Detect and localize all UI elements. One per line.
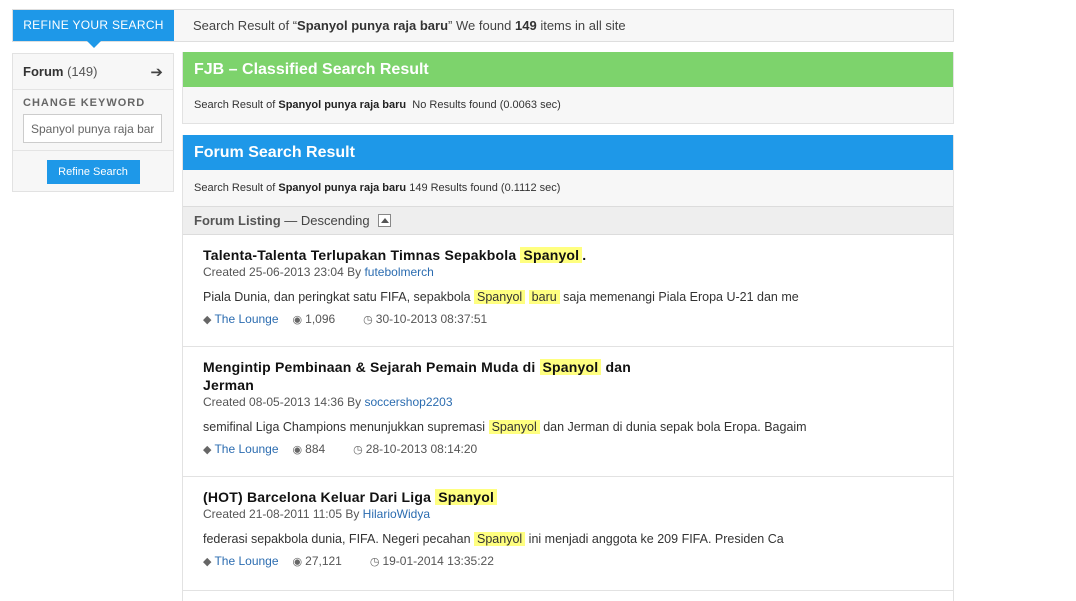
refine-search-button[interactable]: Refine Search: [46, 160, 140, 184]
sidebar-item-forum[interactable]: Forum (149) ➔: [13, 54, 173, 90]
fjb-result-panel: FJB – Classified Search Result Search Re…: [182, 52, 954, 124]
tag-icon: ◆: [203, 556, 212, 568]
fjb-summary-prefix: Search Result of: [194, 99, 279, 111]
last-post: ◷ 28-10-2013 08:14:20: [353, 442, 491, 456]
refine-sidebar: Forum (149) ➔ CHANGE KEYWORD Refine Sear…: [12, 53, 174, 192]
snippet-text: Piala Dunia, dan peringkat satu FIFA, se…: [203, 290, 474, 304]
sort-up-icon[interactable]: [377, 214, 391, 227]
thread-title-link[interactable]: (HOT) Barcelona Keluar Dari Liga Spanyol: [203, 488, 653, 506]
thread-title-link[interactable]: Mengintip Pembinaan & Sejarah Pemain Mud…: [203, 358, 653, 394]
category-link[interactable]: The Lounge: [214, 312, 278, 326]
thread-meta: Created 21-08-2011 11:05 By HilarioWidya: [203, 507, 933, 521]
forum-panel-title: Forum Search Result: [183, 135, 953, 170]
view-count: 27,121: [305, 554, 342, 568]
author-link[interactable]: HilarioWidya: [363, 507, 430, 521]
eye-icon: ◉: [292, 314, 303, 326]
refine-your-search-tab[interactable]: REFINE YOUR SEARCH: [13, 10, 174, 48]
fjb-panel-title: FJB – Classified Search Result: [183, 52, 953, 87]
thread-title-text: Mengintip Pembinaan & Sejarah Pemain Mud…: [203, 359, 540, 375]
highlight-term: baru: [528, 290, 560, 304]
snippet-text: semifinal Liga Champions menunjukkan sup…: [203, 420, 489, 434]
last-post-time: 30-10-2013 08:37:51: [375, 312, 488, 326]
summary-mid: ” We found: [448, 18, 516, 33]
highlight-term: Spanyol: [474, 290, 526, 304]
summary-query: Spanyol punya raja baru: [297, 18, 449, 33]
thread-footer: ◆ The Lounge ◉ 1,096 ◷ 30-10-2013 08:37:51: [203, 312, 933, 326]
last-post: ◷ 30-10-2013 08:37:51: [363, 312, 501, 326]
forum-result-summary: Search Result of Spanyol punya raja baru…: [183, 170, 953, 206]
change-keyword-label: CHANGE KEYWORD: [23, 97, 146, 109]
tag-icon: ◆: [203, 444, 212, 456]
thread-meta: Created 25-06-2013 23:04 By futebolmerch: [203, 265, 933, 279]
highlight-term: Spanyol: [539, 359, 602, 375]
thread-title-text: Talenta-Talenta Terlupakan Timnas Sepakb…: [203, 247, 521, 263]
forum-summary-query: Spanyol punya raja baru: [278, 182, 407, 194]
view-count: 884: [305, 442, 326, 456]
eye-icon: ◉: [292, 444, 303, 456]
highlight-term: Spanyol: [488, 420, 540, 434]
category-link[interactable]: The Lounge: [214, 442, 278, 456]
fjb-result-summary: Search Result of Spanyol punya raja baru…: [183, 87, 953, 123]
forum-listing-order: — Descending: [280, 213, 370, 228]
list-item: Mengintip Pembinaan & Sejarah Pemain Mud…: [183, 347, 953, 477]
forum-listing-label: Forum Listing: [194, 213, 281, 228]
thread-title-text: .: [582, 247, 587, 263]
tag-icon: ◆: [203, 314, 212, 326]
views: ◉ 1,096: [293, 312, 350, 326]
last-post-time: 19-01-2014 13:35:22: [382, 554, 494, 568]
change-keyword-section: CHANGE KEYWORD: [13, 90, 173, 151]
view-count: 1,096: [305, 312, 336, 326]
author-link[interactable]: futebolmerch: [364, 265, 433, 279]
list-item: (HOT) Barcelona Keluar Dari Liga Spanyol…: [183, 477, 953, 591]
clock-icon: ◷: [369, 556, 380, 568]
category: ◆ The Lounge: [203, 442, 279, 456]
highlight-term: Spanyol: [474, 532, 526, 546]
top-bar: REFINE YOUR SEARCH Search Result of “Spa…: [12, 9, 954, 48]
forum-summary-result: 149 Results found (0.1112 sec): [409, 182, 561, 194]
highlight-term: Spanyol: [435, 489, 498, 505]
snippet-text: federasi sepakbola dunia, FIFA. Negeri p…: [203, 532, 475, 546]
snippet-text: dan Jerman di dunia sepak bola Eropa. Ba…: [539, 420, 807, 434]
thread-footer: ◆ The Lounge ◉ 27,121 ◷ 19-01-2014 13:35:22: [203, 554, 933, 568]
category-link[interactable]: The Lounge: [214, 554, 278, 568]
category: ◆ The Lounge: [203, 312, 279, 326]
thread-created: Created 08-05-2013 14:36 By: [203, 395, 365, 409]
clock-icon: ◷: [363, 314, 373, 326]
summary-prefix: Search Result of “: [193, 18, 298, 33]
keyword-input[interactable]: [23, 114, 162, 143]
forum-filter-count: (149): [67, 64, 98, 79]
author-link[interactable]: soccershop2203: [364, 395, 452, 409]
forum-filter-name: Forum: [23, 64, 64, 79]
fjb-summary-query: Spanyol punya raja baru: [278, 99, 407, 111]
forum-listing-header: Forum Listing — Descending: [183, 206, 953, 235]
snippet-text: ini menjadi anggota ke 209 FIFA. Preside…: [525, 532, 784, 546]
clock-icon: ◷: [353, 444, 363, 456]
last-post-time: 28-10-2013 08:14:20: [365, 442, 478, 456]
fjb-summary-result: No Results found (0.0063 sec): [412, 99, 561, 111]
thread-snippet: federasi sepakbola dunia, FIFA. Negeri p…: [203, 532, 933, 546]
category: ◆ The Lounge: [203, 554, 279, 568]
thread-created: Created 21-08-2011 11:05 By: [203, 507, 363, 521]
thread-snippet: semifinal Liga Champions menunjukkan sup…: [203, 420, 933, 434]
highlight-term: Spanyol: [520, 247, 583, 263]
last-post: ◷ 19-01-2014 13:35:22: [370, 554, 508, 568]
arrow-right-icon[interactable]: ➔: [150, 63, 163, 81]
eye-icon: ◉: [292, 556, 303, 568]
thread-meta: Created 08-05-2013 14:36 By soccershop22…: [203, 395, 933, 409]
list-item: Talenta-Talenta Terlupakan Timnas Sepakb…: [183, 235, 953, 347]
thread-snippet: Piala Dunia, dan peringkat satu FIFA, se…: [203, 290, 933, 304]
snippet-text: saja memenangi Piala Eropa U-21 dan me: [559, 290, 799, 304]
summary-count: 149: [515, 18, 537, 33]
thread-created: Created 25-06-2013 23:04 By: [203, 265, 365, 279]
thread-footer: ◆ The Lounge ◉ 884 ◷ 28-10-2013 08:14:20: [203, 442, 933, 456]
thread-title-text: (HOT) Barcelona Keluar Dari Liga: [203, 489, 436, 505]
forum-result-panel: Forum Search Result Search Result of Spa…: [182, 135, 954, 601]
views: ◉ 27,121: [293, 554, 356, 568]
summary-suffix: items in all site: [536, 18, 626, 33]
views: ◉ 884: [293, 442, 340, 456]
thread-title-link[interactable]: Talenta-Talenta Terlupakan Timnas Sepakb…: [203, 246, 653, 264]
forum-filter-label: Forum (149): [23, 64, 97, 79]
search-summary: Search Result of “Spanyol punya raja bar…: [193, 10, 626, 41]
forum-summary-prefix: Search Result of: [194, 182, 279, 194]
